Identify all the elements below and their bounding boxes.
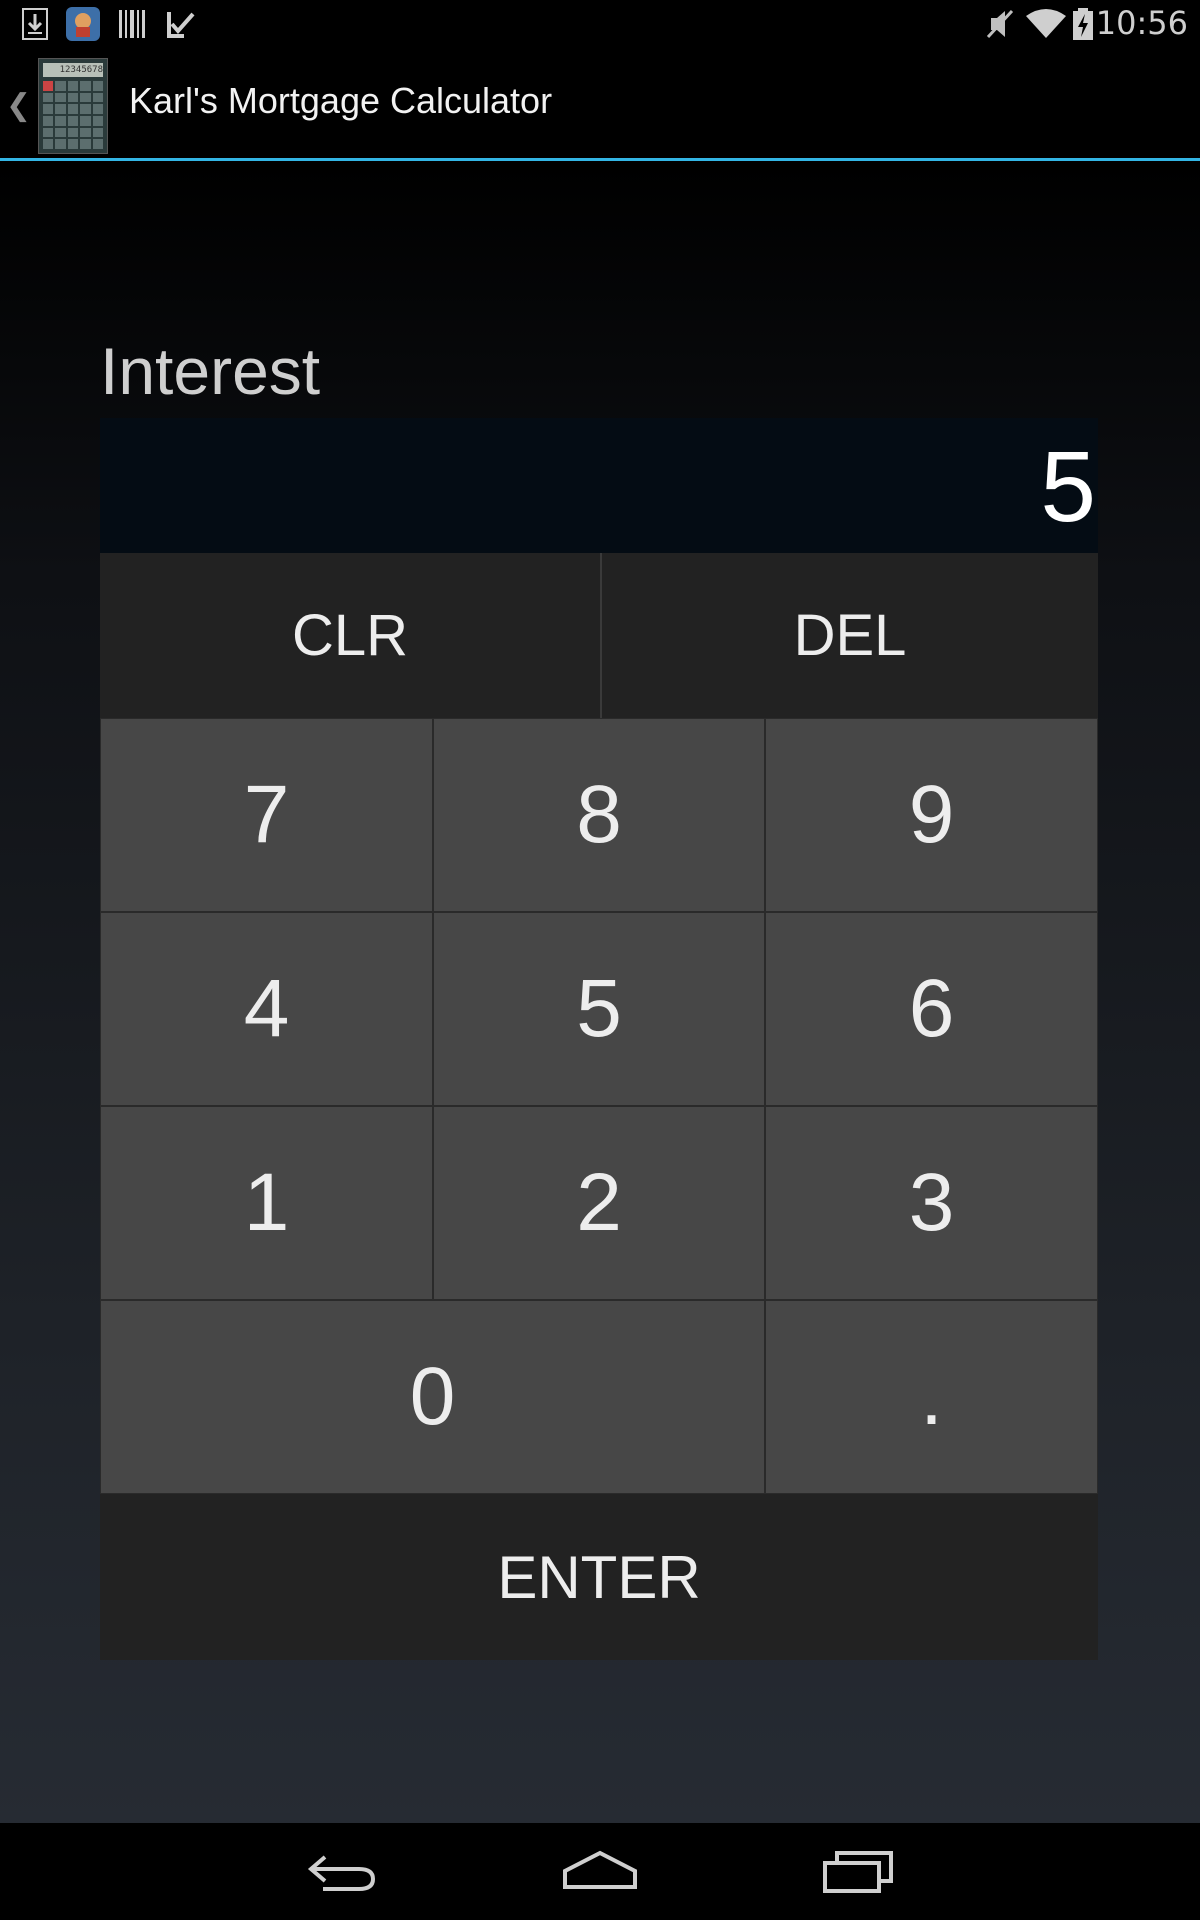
key-5[interactable]: 5 <box>433 912 765 1106</box>
key-8[interactable]: 8 <box>433 718 765 912</box>
key-2[interactable]: 2 <box>433 1106 765 1300</box>
back-icon[interactable] <box>297 1843 387 1899</box>
field-label: Interest <box>100 334 321 408</box>
status-bar: 10:56 <box>0 0 1200 50</box>
barcode-icon <box>118 8 148 40</box>
app-icon-keys <box>43 81 103 149</box>
key-7[interactable]: 7 <box>100 718 433 912</box>
app-notification-icon <box>66 7 100 41</box>
delete-button[interactable]: DEL <box>602 553 1098 718</box>
app-icon[interactable]: 12345678 <box>38 58 108 154</box>
key-9[interactable]: 9 <box>765 718 1098 912</box>
key-0[interactable]: 0 <box>100 1300 765 1494</box>
key-decimal[interactable]: . <box>765 1300 1098 1494</box>
up-navigation-icon[interactable]: ❮ <box>6 88 31 123</box>
status-time: 10:56 <box>1095 4 1188 42</box>
value-display: 5 <box>100 418 1098 555</box>
app-icon-display: 12345678 <box>43 63 103 77</box>
checkmark-icon <box>166 8 196 40</box>
key-6[interactable]: 6 <box>765 912 1098 1106</box>
app-title: Karl's Mortgage Calculator <box>129 80 553 121</box>
action-bar: ❮ 12345678 Karl's Mortgage Calculator <box>0 50 1200 158</box>
navigation-bar <box>0 1823 1200 1920</box>
display-value: 5 <box>1040 431 1096 543</box>
key-4[interactable]: 4 <box>100 912 433 1106</box>
wifi-icon <box>1026 8 1066 40</box>
key-1[interactable]: 1 <box>100 1106 433 1300</box>
home-icon[interactable] <box>555 1843 645 1899</box>
clear-button[interactable]: CLR <box>100 553 600 718</box>
download-icon <box>22 8 52 40</box>
enter-button[interactable]: ENTER <box>100 1494 1098 1660</box>
key-3[interactable]: 3 <box>765 1106 1098 1300</box>
recent-apps-icon[interactable] <box>815 1843 905 1899</box>
screen: 10:56 ❮ 12345678 Karl's Mortgage Calcula… <box>0 0 1200 1920</box>
mute-icon <box>985 8 1015 40</box>
battery-charging-icon <box>1072 8 1094 40</box>
calculator-content: Interest 5 CLR DEL 7 8 9 4 5 6 1 2 3 0 .… <box>0 161 1200 1823</box>
